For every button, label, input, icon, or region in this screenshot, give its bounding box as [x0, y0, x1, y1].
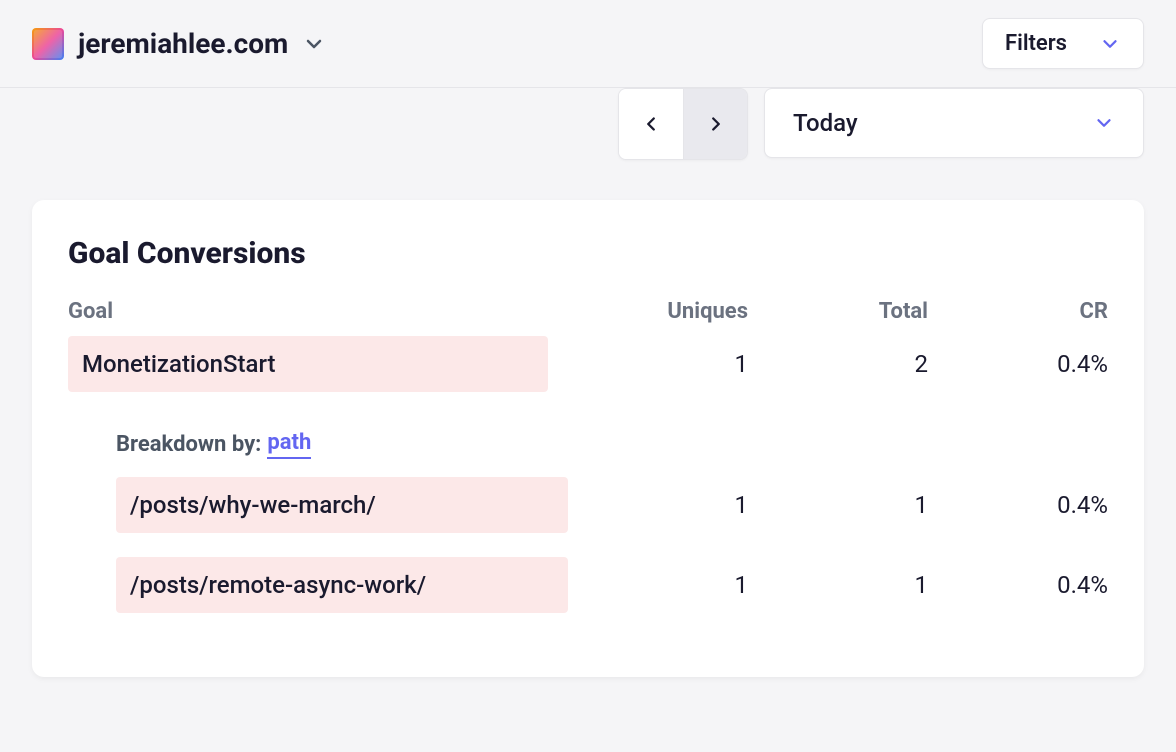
goal-total: 2 — [748, 350, 928, 378]
chevron-right-icon — [705, 113, 727, 135]
breakdown-uniques: 1 — [568, 491, 748, 519]
chevron-down-icon — [1099, 33, 1121, 55]
goal-conversions-card: Goal Conversions Goal Uniques Total CR M… — [32, 200, 1144, 677]
chevron-down-icon — [302, 32, 326, 56]
chevron-down-icon — [1093, 112, 1115, 134]
prev-period-button[interactable] — [619, 89, 683, 159]
goal-name: MonetizationStart — [68, 350, 276, 378]
chevron-left-icon — [640, 113, 662, 135]
site-favicon — [32, 28, 64, 60]
table-header: Goal Uniques Total CR — [68, 299, 1108, 324]
date-range-label: Today — [793, 109, 858, 137]
col-uniques: Uniques — [568, 299, 748, 324]
goal-row[interactable]: MonetizationStart 1 2 0.4% — [68, 336, 1108, 392]
filters-button[interactable]: Filters — [982, 18, 1144, 69]
goal-bar: MonetizationStart — [68, 336, 568, 392]
col-cr: CR — [928, 299, 1108, 324]
top-bar-right: Filters — [982, 18, 1144, 69]
controls-row: Today — [0, 88, 1176, 178]
breakdown-prefix: Breakdown by: — [116, 432, 261, 457]
breakdown-bar: /posts/why-we-march/ — [116, 477, 568, 533]
next-period-button[interactable] — [683, 89, 747, 159]
breakdown-bar: /posts/remote-async-work/ — [116, 557, 568, 613]
breakdown-dimension-link[interactable]: path — [267, 430, 311, 459]
col-total: Total — [748, 299, 928, 324]
breakdown-uniques: 1 — [568, 571, 748, 599]
breakdown-cr: 0.4% — [928, 491, 1108, 519]
date-nav — [618, 88, 748, 160]
breakdown-row[interactable]: /posts/remote-async-work/110.4% — [68, 557, 1108, 613]
breakdown-path: /posts/remote-async-work/ — [116, 571, 426, 599]
breakdown-header: Breakdown by: path — [116, 430, 1108, 459]
breakdown-path: /posts/why-we-march/ — [116, 491, 376, 519]
site-name: jeremiahlee.com — [78, 27, 288, 60]
breakdown-cr: 0.4% — [928, 571, 1108, 599]
date-range-selector[interactable]: Today — [764, 88, 1144, 158]
goal-cr: 0.4% — [928, 350, 1108, 378]
goal-uniques: 1 — [568, 350, 748, 378]
top-bar: jeremiahlee.com Filters — [0, 0, 1176, 88]
col-goal: Goal — [68, 299, 568, 324]
site-selector[interactable]: jeremiahlee.com — [32, 27, 326, 60]
filters-label: Filters — [1005, 31, 1067, 56]
card-title: Goal Conversions — [68, 236, 1108, 271]
breakdown-total: 1 — [748, 571, 928, 599]
breakdown-total: 1 — [748, 491, 928, 519]
breakdown-row[interactable]: /posts/why-we-march/110.4% — [68, 477, 1108, 533]
